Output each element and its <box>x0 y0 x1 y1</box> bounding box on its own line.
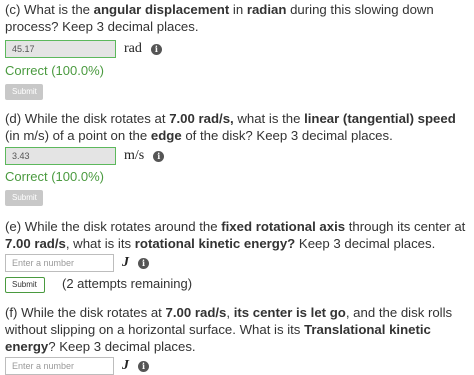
question-c-text-2: in <box>229 2 247 17</box>
unit-label-e: J <box>122 255 129 270</box>
correct-status-d: Correct (100.0%) <box>5 169 104 184</box>
info-icon[interactable]: i <box>138 257 149 269</box>
question-d-text-4: of the disk? Keep 3 decimal places. <box>181 128 393 143</box>
answer-row-c: 45.17 rad i <box>5 40 162 58</box>
question-e-text-2: through its center at <box>345 219 466 234</box>
question-d-text-2: what is the <box>233 111 305 126</box>
question-f-bold-1: 7.00 rad/s <box>165 305 227 320</box>
question-e-bold-1: fixed rotational axis <box>221 219 346 234</box>
question-d-bold-3: edge <box>150 128 182 143</box>
answer-input-f[interactable]: Enter a number <box>5 357 114 375</box>
question-c: (c) What is the angular displacement in … <box>5 1 468 35</box>
question-c-bold-1: angular displacement <box>93 2 230 17</box>
question-d: (d) While the disk rotates at 7.00 rad/s… <box>5 110 468 144</box>
question-c-text: (c) What is the <box>5 2 94 17</box>
question-e-bold-3: rotational kinetic energy? <box>134 236 296 251</box>
answer-row-d: 3.43 m/s i <box>5 147 165 165</box>
question-e-text-4: Keep 3 decimal places. <box>295 236 436 251</box>
answer-row-e: Enter a number J i <box>5 254 149 272</box>
unit-label-c: rad <box>124 41 142 56</box>
question-e: (e) While the disk rotates around the fi… <box>5 218 468 252</box>
question-f-text-2: , <box>226 305 234 320</box>
question-d-text: (d) While the disk rotates at <box>5 111 170 126</box>
attempts-remaining-e: (2 attempts remaining) <box>62 276 193 291</box>
question-d-text-3: (in m/s) of a point on the <box>5 128 151 143</box>
question-e-text: (e) While the disk rotates around the <box>5 219 222 234</box>
info-icon[interactable]: i <box>150 43 162 55</box>
unit-label-f: J <box>122 358 129 373</box>
info-icon[interactable]: i <box>153 150 165 162</box>
answer-field-c[interactable]: 45.17 <box>5 40 116 58</box>
submit-button-e[interactable]: Submit <box>5 277 45 293</box>
unit-label-d: m/s <box>124 148 145 163</box>
question-d-bold-2: linear (tangential) speed <box>304 111 456 126</box>
question-f-text-4: ? Keep 3 decimal places. <box>48 339 196 354</box>
answer-row-f: Enter a number J i <box>5 357 149 375</box>
answer-input-e[interactable]: Enter a number <box>5 254 114 272</box>
question-c-bold-2: radian <box>246 2 287 17</box>
question-e-text-3: , what is its <box>65 236 135 251</box>
answer-field-d[interactable]: 3.43 <box>5 147 116 165</box>
info-icon[interactable]: i <box>138 360 149 372</box>
question-f-bold-2: its center is let go <box>233 305 346 320</box>
submit-button-c[interactable]: Submit <box>5 84 43 100</box>
question-f: (f) While the disk rotates at 7.00 rad/s… <box>5 304 468 355</box>
question-f-text: (f) While the disk rotates at <box>5 305 166 320</box>
submit-button-d[interactable]: Submit <box>5 190 43 206</box>
question-d-bold-1: 7.00 rad/s, <box>169 111 234 126</box>
question-e-bold-2: 7.00 rad/s <box>5 236 66 251</box>
correct-status-c: Correct (100.0%) <box>5 63 104 78</box>
